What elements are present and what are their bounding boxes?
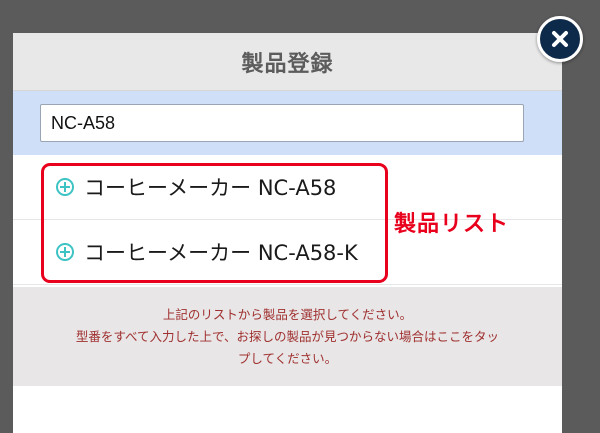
modal-header: 製品登録 (13, 33, 562, 91)
plus-circle-icon (56, 243, 74, 261)
modal-title: 製品登録 (241, 51, 334, 77)
help-text-line: プしてください。 (237, 350, 338, 366)
list-item-label: コーヒーメーカー NC-A58 (84, 176, 337, 200)
list-item-label: コーヒーメーカー NC-A58-K (84, 241, 358, 265)
help-text-line: 上記のリストから製品を選択してください。 (162, 306, 413, 322)
product-registration-modal: 製品登録 コーヒーメーカー NC-A58 コーヒーメーカー NC-A58-K (13, 33, 562, 433)
close-button[interactable] (537, 16, 583, 62)
model-number-input[interactable] (40, 104, 524, 142)
help-link-box[interactable]: 上記のリストから製品を選択してください。 型番をすべて入力した上で、お探しの製品… (13, 287, 562, 386)
annotation-label: 製品リスト (394, 212, 510, 237)
search-bar (13, 91, 562, 155)
close-icon (552, 31, 568, 47)
plus-circle-icon (56, 178, 74, 196)
help-text-line: 型番をすべて入力した上で、お探しの製品が見つからない場合はここをタッ (75, 328, 500, 344)
